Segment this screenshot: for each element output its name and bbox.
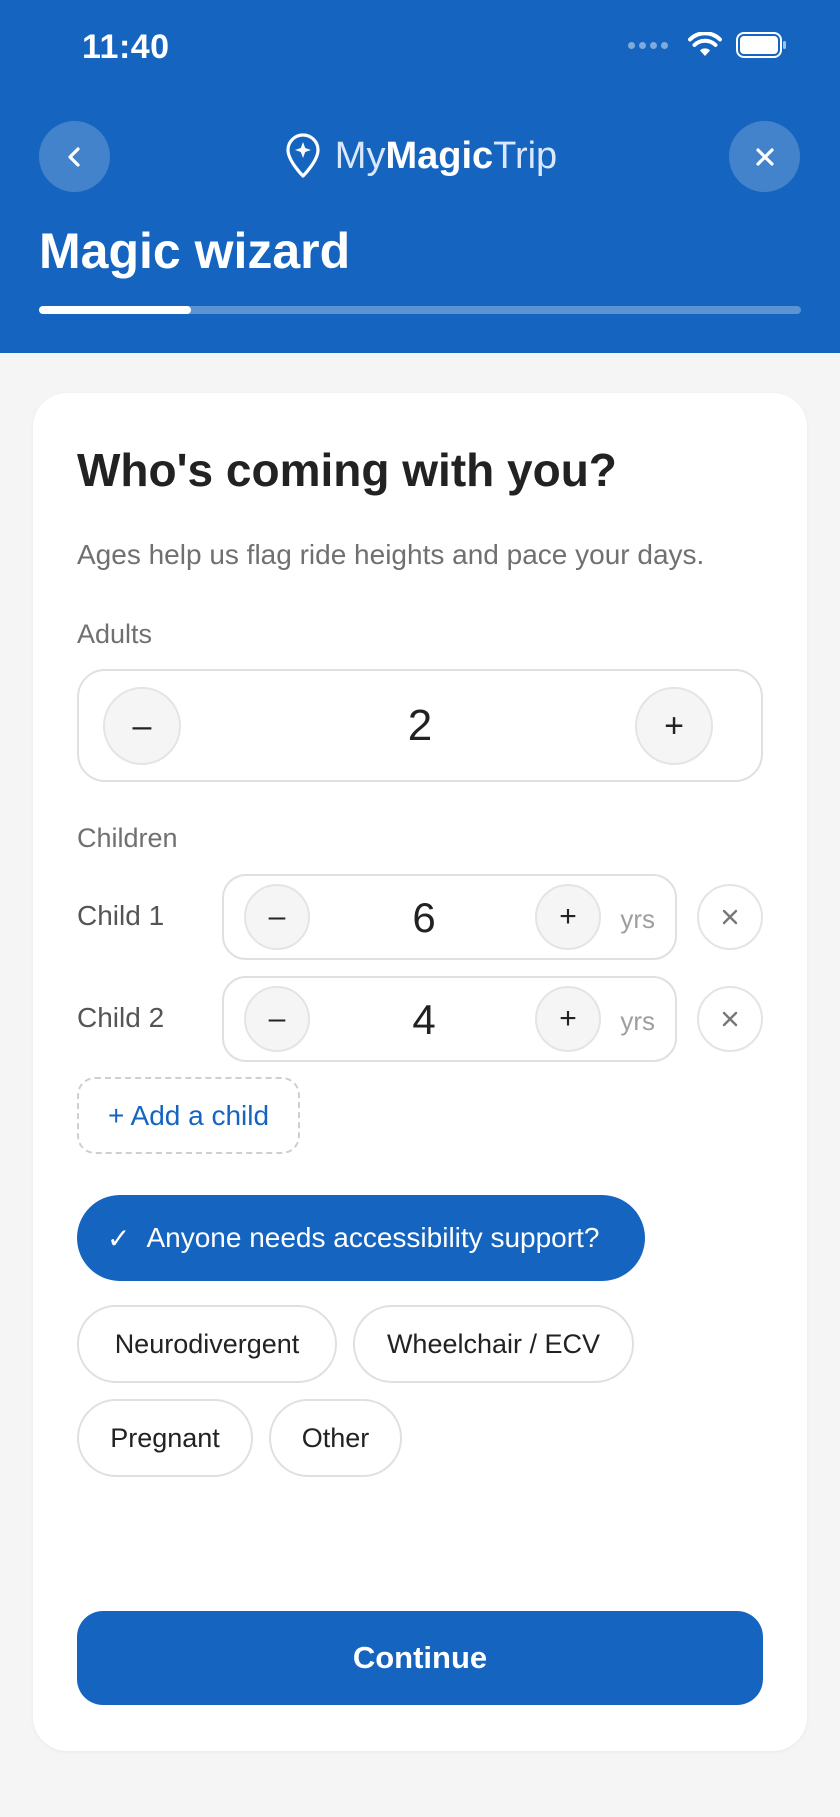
- accessibility-toggle[interactable]: ✓ Anyone needs accessibility support?: [77, 1195, 645, 1281]
- chip-wheelchair-ecv[interactable]: Wheelchair / ECV: [353, 1305, 634, 1383]
- age-unit: yrs: [620, 1006, 655, 1036]
- child-label: Child 2: [77, 1002, 165, 1033]
- child-age-stepper: – 4 + yrs: [222, 976, 677, 1062]
- close-button[interactable]: [729, 121, 800, 192]
- question-subtitle: Ages help us flag ride heights and pace …: [77, 539, 705, 570]
- adults-label: Adults: [77, 619, 153, 649]
- close-icon: [722, 1011, 738, 1027]
- chip-neurodivergent[interactable]: Neurodivergent: [77, 1305, 337, 1383]
- add-child-button[interactable]: + Add a child: [77, 1077, 300, 1154]
- wizard-progress-bar: [39, 306, 801, 314]
- child-label: Child 1: [77, 900, 165, 931]
- wizard-card: Who's coming with you? Ages help us flag…: [33, 393, 807, 1751]
- close-icon: [755, 147, 774, 166]
- child-age-increment-button[interactable]: +: [535, 986, 601, 1052]
- accessibility-toggle-label: Anyone needs accessibility support?: [146, 1222, 600, 1253]
- close-icon: [722, 909, 738, 925]
- status-time: 11:40: [82, 28, 170, 66]
- child-row: Child 2 – 4 + yrs: [77, 976, 763, 1062]
- header-bar: 11:40 MyMagicTrip Magic wizard: [0, 0, 840, 353]
- map-pin-sparkle-icon: [286, 133, 320, 178]
- child-age-decrement-button[interactable]: –: [244, 986, 310, 1052]
- children-label: Children: [77, 823, 178, 853]
- logo-text: MyMagicTrip: [334, 134, 558, 177]
- wifi-icon: [688, 32, 722, 56]
- age-unit: yrs: [620, 904, 655, 934]
- page-title: Magic wizard: [39, 223, 351, 279]
- adults-increment-button[interactable]: +: [635, 687, 713, 765]
- child-row: Child 1 – 6 + yrs: [77, 874, 763, 960]
- chip-other[interactable]: Other: [269, 1399, 402, 1477]
- question-title: Who's coming with you?: [77, 444, 617, 496]
- status-icons: [628, 32, 788, 58]
- check-icon: ✓: [107, 1222, 131, 1254]
- child-age-increment-button[interactable]: +: [535, 884, 601, 950]
- child-age-decrement-button[interactable]: –: [244, 884, 310, 950]
- remove-child-button[interactable]: [697, 884, 763, 950]
- chip-pregnant[interactable]: Pregnant: [77, 1399, 253, 1477]
- adults-stepper: – 2 +: [77, 669, 763, 782]
- child-age-stepper: – 6 + yrs: [222, 874, 677, 960]
- wizard-progress-fill: [39, 306, 192, 314]
- battery-icon: [736, 32, 786, 58]
- app-logo: MyMagicTrip: [0, 133, 840, 179]
- cellular-signal-icon: [628, 41, 668, 49]
- continue-button[interactable]: Continue: [77, 1611, 763, 1705]
- child-age-value: 4: [412, 996, 436, 1043]
- remove-child-button[interactable]: [697, 986, 763, 1052]
- child-age-value: 6: [412, 894, 436, 941]
